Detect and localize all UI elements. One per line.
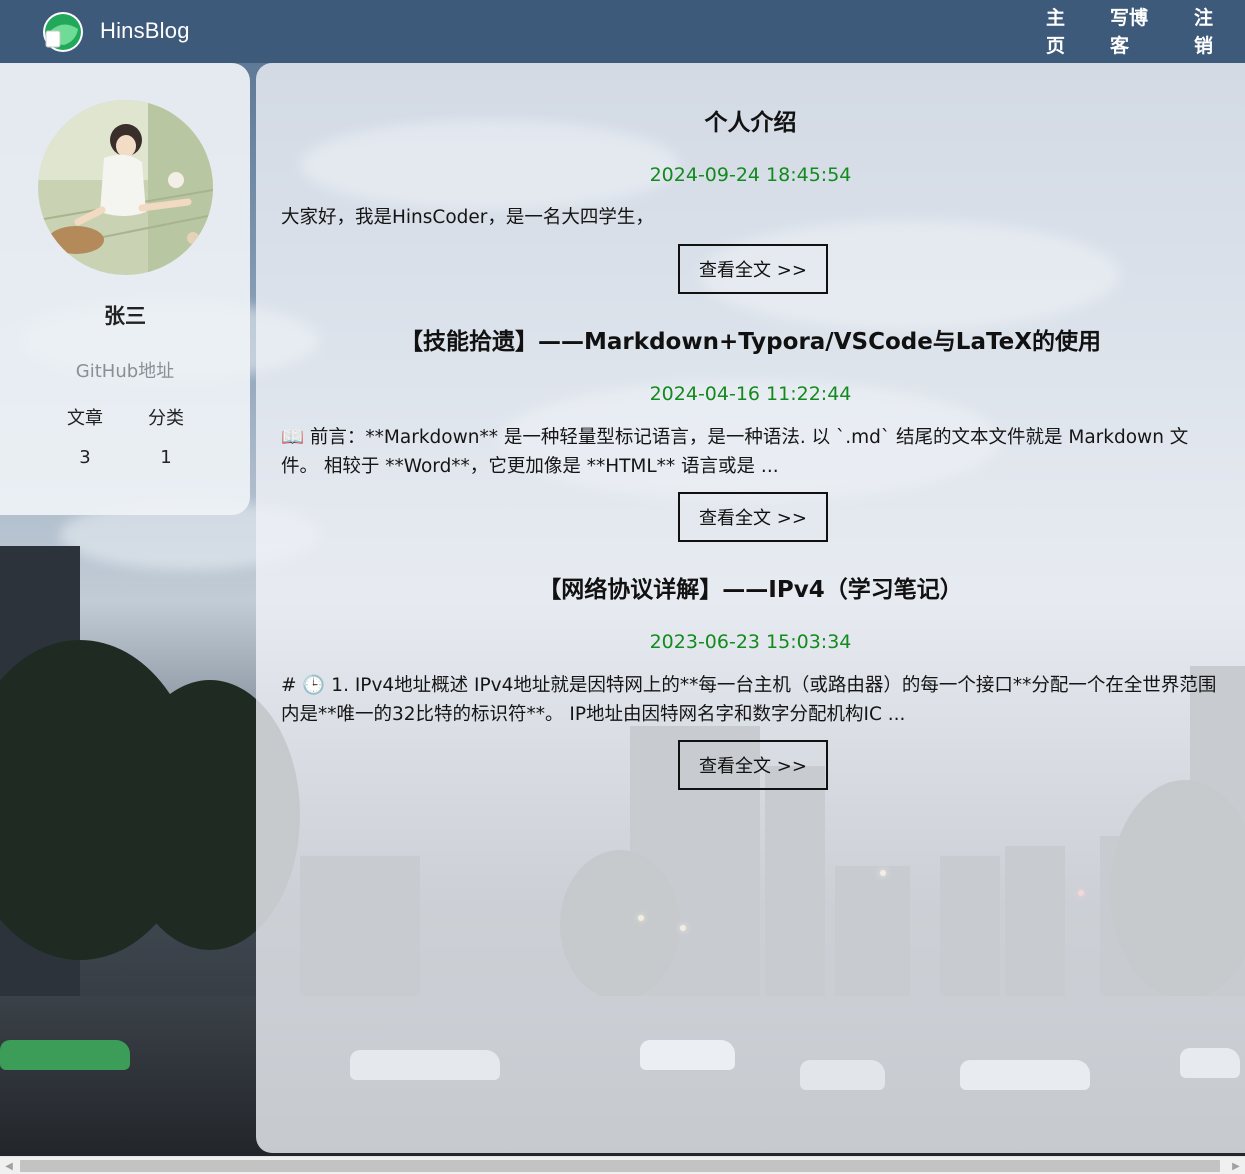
articles-stat-value: 3 — [79, 447, 91, 468]
categories-stat-label: 分类 — [148, 408, 184, 429]
articles-stat-label: 文章 — [67, 408, 103, 429]
profile-username: 张三 — [104, 304, 146, 328]
post-title[interactable]: 个人介绍 — [256, 103, 1245, 137]
github-link[interactable]: GitHub地址 — [0, 357, 250, 383]
top-navbar: HinsBlog 主页 写博客 注销 — [0, 0, 1245, 63]
brand-name[interactable]: HinsBlog — [100, 18, 190, 44]
scroll-left-arrow-icon[interactable]: ◀ — [0, 1157, 18, 1174]
nav-home-link[interactable]: 主页 — [1046, 4, 1068, 60]
post-date: 2024-04-16 11:22:44 — [649, 383, 852, 405]
post-date: 2023-06-23 15:03:34 — [649, 631, 852, 653]
post-title[interactable]: 【网络协议详解】——IPv4（学习笔记） — [256, 570, 1245, 604]
post-excerpt: 大家好，我是HinsCoder，是一名大四学生， — [281, 207, 654, 228]
profile-card: 张三 GitHub地址 文章 分类 3 1 — [0, 63, 250, 515]
post-date: 2024-09-24 18:45:54 — [649, 164, 852, 186]
categories-stat-value: 1 — [160, 447, 172, 468]
avatar — [38, 100, 213, 275]
post-excerpt: 📖 前言：**Markdown** 是一种轻量型标记语言，是一种语法. 以 `.… — [281, 427, 1189, 477]
hinsblog-logo-icon[interactable] — [42, 11, 84, 53]
read-more-button[interactable]: 查看全文 >> — [678, 492, 828, 542]
scroll-right-arrow-icon[interactable]: ▶ — [1227, 1157, 1245, 1174]
nav-logout-link[interactable]: 注销 — [1194, 4, 1216, 60]
nav-write-blog-link[interactable]: 写博客 — [1110, 4, 1154, 60]
scrollbar-thumb[interactable] — [20, 1160, 1220, 1172]
read-more-button[interactable]: 查看全文 >> — [678, 244, 828, 294]
post-title[interactable]: 【技能拾遗】——Markdown+Typora/VSCode与LaTeX的使用 — [256, 322, 1245, 356]
horizontal-scrollbar[interactable]: ◀ ▶ — [0, 1156, 1245, 1174]
read-more-button[interactable]: 查看全文 >> — [678, 740, 828, 790]
post-list-panel: 个人介绍 2024-09-24 18:45:54 大家好，我是HinsCoder… — [256, 63, 1245, 1153]
post-excerpt: # 🕒 1. IPv4地址概述 IPv4地址就是因特网上的**每一台主机（或路由… — [281, 675, 1217, 725]
